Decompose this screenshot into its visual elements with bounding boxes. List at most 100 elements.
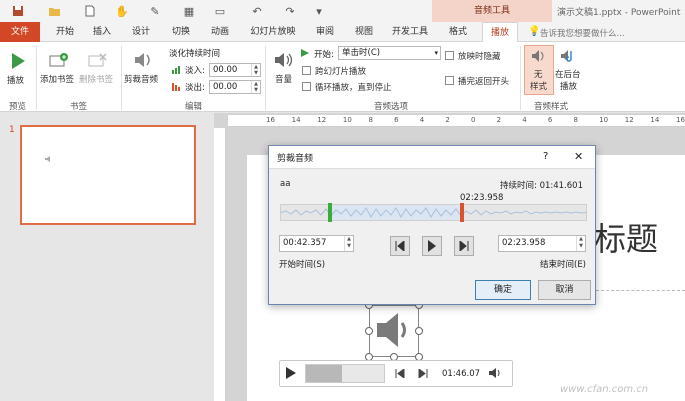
ruler-tick-label: 0 [471,116,476,124]
duration-label: 持续时间: 01:41.601 [500,181,583,191]
ruler-tick-label: 16 [266,116,275,124]
fade-duration-label: 淡化持续时间 [169,49,221,59]
next-frame-button[interactable] [454,236,474,256]
ok-button[interactable]: 确定 [475,280,531,300]
next-frame-icon [459,241,469,251]
tab-animations[interactable]: 动画 [205,22,235,42]
placeholder-border [596,290,685,291]
player-volume-icon[interactable] [488,367,502,382]
play-button[interactable] [422,236,442,256]
tab-file[interactable]: 文件 [0,22,40,42]
volume-icon[interactable] [273,50,295,73]
ruler-tick-label: 10 [342,116,352,124]
spinner-arrows-icon[interactable]: ▲ ▼ [576,236,585,251]
tab-review[interactable]: 审阅 [310,22,340,42]
fade-out-spinner[interactable]: 00.00 ▲ ▼ [209,80,261,94]
play-icon[interactable] [10,52,26,73]
ruler-tick-label: 4 [419,116,425,124]
start-time-input[interactable]: 00:42.357 ▲ ▼ [279,235,354,252]
play-across-slides-label[interactable]: 跨幻灯片播放 [315,65,366,77]
tab-format[interactable]: 格式 [441,22,475,42]
watermark-text: www.cfan.com.cn [560,384,649,395]
spinner-arrows-icon[interactable]: ▲ ▼ [251,64,260,76]
fade-in-spinner[interactable]: 00.00 ▲ ▼ [209,63,261,77]
ruler-tick-label: 4 [522,116,527,124]
play-in-background-line2[interactable]: 播放 [560,80,577,92]
dialog-title: 剪裁音频 [277,154,314,164]
no-style-line2: 样式 [530,82,548,92]
trim-audio-icon[interactable] [133,50,155,73]
resize-handle[interactable] [365,327,373,335]
save-icon[interactable] [11,4,25,18]
new-file-icon[interactable] [83,4,97,18]
play-icon [428,240,436,252]
open-folder-icon[interactable] [47,4,61,18]
play-in-background-line1[interactable]: 在后台 [555,68,581,80]
play-button-label[interactable]: 播放 [7,74,24,86]
tell-me-search[interactable]: 告诉我您想要做什么... [540,27,625,39]
help-button[interactable]: ? [543,151,548,162]
end-marker-time: 02:23.958 [460,193,504,203]
skip-forward-icon[interactable] [418,368,428,381]
end-time-input[interactable]: 02:23.958 ▲ ▼ [498,235,586,252]
window-icon[interactable]: ▭ [213,4,227,18]
format-painter-icon[interactable]: ✎ [148,4,162,18]
end-time-value: 02:23.958 [502,238,546,248]
fade-in-value: 00.00 [213,65,238,75]
end-trim-marker[interactable] [460,203,464,222]
presenter-icon[interactable]: ▦ [182,4,196,18]
tab-playback[interactable]: 播放 [482,22,518,43]
remove-bookmark-label: 删除书签 [79,75,114,85]
close-icon[interactable]: ✕ [574,150,583,163]
vertical-ruler [214,128,226,401]
rewind-after-play-checkbox[interactable] [445,76,454,85]
spinner-arrows-icon[interactable]: ▲ ▼ [344,236,353,251]
play-across-slides-checkbox[interactable] [302,66,311,75]
tab-view[interactable]: 视图 [349,22,379,42]
tab-design[interactable]: 设计 [126,22,156,42]
player-play-icon[interactable] [285,366,297,383]
group-divider [520,46,521,110]
player-progress-fill [306,365,342,382]
slide-title-placeholder[interactable]: 标题 [594,214,658,260]
rewind-after-play-label[interactable]: 播完返回开头 [458,75,509,87]
add-bookmark-icon[interactable] [49,52,69,73]
loop-until-stopped-checkbox[interactable] [302,82,311,91]
remove-bookmark-icon [88,52,108,73]
ruler-tick-label: 14 [291,116,301,124]
document-title: 演示文稿1.pptx - PowerPoint [557,8,681,18]
hide-during-show-label[interactable]: 放映时隐藏 [458,50,501,62]
start-icon [300,48,310,61]
cancel-button[interactable]: 取消 [538,280,591,300]
touch-mode-icon[interactable]: ✋ [115,4,129,18]
trim-audio-label[interactable]: 剪裁音频 [124,73,158,85]
customize-qat-icon[interactable]: ▾ [312,4,326,18]
previous-frame-button[interactable] [390,236,410,256]
tab-home[interactable]: 开始 [50,22,80,42]
ruler-tick-label: 10 [599,116,609,124]
start-time-value: 00:42.357 [283,238,327,248]
volume-label[interactable]: 音量 [275,73,292,85]
slide-number: 1 [9,125,15,135]
tab-transitions[interactable]: 切换 [166,22,196,42]
start-dropdown[interactable]: 单击时(C) ▾ [338,46,441,60]
resize-handle[interactable] [415,327,423,335]
audio-tools-contextual-label: 音频工具 [432,0,552,22]
undo-icon[interactable]: ↶ [250,4,264,18]
ruler-tick-label: 12 [317,116,327,124]
play-in-background-icon[interactable] [560,48,578,67]
skip-back-icon[interactable] [395,368,405,381]
loop-until-stopped-label[interactable]: 循环播放，直到停止 [315,81,392,93]
tab-developer[interactable]: 开发工具 [389,22,431,42]
hide-during-show-checkbox[interactable] [445,51,454,60]
slide-thumbnail[interactable] [20,125,196,225]
start-label: 开始: [314,50,334,60]
ruler-tick-label: 6 [394,116,399,124]
spinner-arrows-icon[interactable]: ▲ ▼ [251,81,260,93]
add-bookmark-label[interactable]: 添加书签 [40,73,74,85]
tab-insert[interactable]: 插入 [87,22,117,42]
redo-icon[interactable]: ↷ [283,4,297,18]
tab-slideshow[interactable]: 幻灯片放映 [244,22,302,42]
audio-speaker-icon[interactable] [374,309,414,354]
start-trim-marker[interactable] [328,203,332,222]
